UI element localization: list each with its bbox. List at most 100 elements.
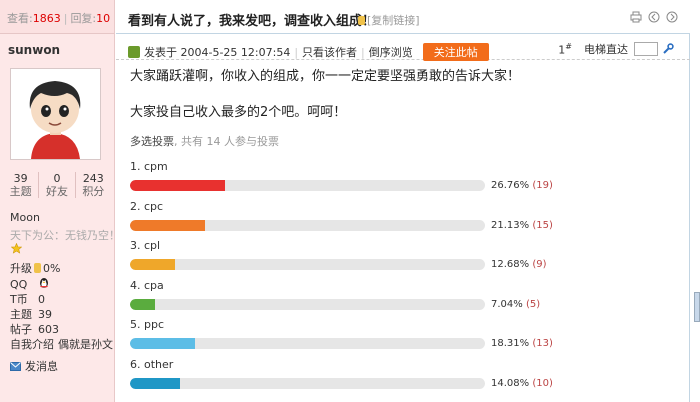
poll-bar-track	[130, 180, 485, 191]
info-row-qq: QQ	[10, 277, 114, 292]
poll-vote-count: (9)	[532, 259, 547, 270]
poll-vote-count: (5)	[525, 299, 541, 310]
poll-option-value: 18.31% (13)	[491, 338, 553, 349]
info-key: 主题	[10, 308, 32, 321]
info-value: 偶就是孙文	[58, 338, 113, 351]
info-value: 0	[38, 293, 45, 306]
qq-penguin-icon[interactable]	[38, 277, 50, 289]
thread-title: 看到有人说了，我来发吧，调查收入组成！	[128, 14, 376, 29]
poll-percent: 18.31%	[491, 338, 533, 349]
poll-option-label: 3. cpl	[130, 239, 161, 252]
stat-value: 243	[82, 172, 104, 185]
copy-link-label: [复制链接]	[367, 14, 420, 27]
poll-bar-cpc	[130, 220, 205, 231]
lock-icon	[358, 15, 365, 25]
envelope-icon	[10, 361, 21, 371]
info-key: QQ	[10, 278, 28, 291]
user-signature: 天下为公：无钱乃空！	[10, 229, 120, 242]
author-stats: 39 主题 0 好友 243 积分	[3, 172, 111, 198]
poll-bar-cpa	[130, 299, 155, 310]
meta-separator: |	[294, 45, 299, 59]
copy-link-button[interactable]: [复制链接]	[358, 12, 420, 28]
stat-label: 好友	[45, 185, 68, 198]
meta-separator: |	[361, 45, 365, 59]
send-message-link[interactable]: 发消息	[10, 358, 58, 374]
poll-bar-track	[130, 220, 485, 231]
info-value: 603	[38, 323, 59, 336]
poll-participants: , 共有 14 人参与投票	[174, 135, 279, 148]
poll-percent: 12.68%	[491, 259, 533, 270]
post-meta-left: 发表于 2004-5-25 12:07:54 | 只看该作者 | 倒序浏览 关注…	[128, 43, 489, 61]
poll-option-value: 12.68% (9)	[491, 259, 546, 270]
stat-points[interactable]: 243 积分	[76, 172, 111, 198]
print-icon[interactable]	[630, 11, 642, 23]
poll-bar-track	[130, 259, 485, 270]
view-reply-counter: 查看:1863 | 回复:10	[0, 0, 114, 34]
avatar[interactable]	[10, 68, 101, 160]
post-line-2: 大家投自己收入最多的2个吧。呵呵！	[130, 105, 347, 120]
wrench-icon[interactable]	[662, 43, 674, 55]
replies-label: 回复:	[70, 12, 97, 25]
poll-vote-count: (15)	[532, 220, 553, 231]
stat-label: 主题	[9, 185, 32, 198]
poll-percent: 21.13%	[491, 220, 533, 231]
scroll-side-tab[interactable]	[694, 292, 700, 322]
poll-option-label: 5. ppc	[130, 318, 165, 331]
post-meta-right: 1# 电梯直达	[558, 41, 674, 57]
counter-separator: |	[63, 12, 68, 25]
prev-thread-icon[interactable]	[648, 11, 660, 23]
views-count: 1863	[32, 12, 61, 25]
send-message-label: 发消息	[25, 360, 58, 373]
stat-value: 0	[53, 172, 61, 185]
author-name[interactable]: sunwon	[8, 43, 60, 57]
info-row-tbi: T币 0	[10, 292, 114, 307]
poll-vote-count: (19)	[532, 180, 553, 191]
star-icon	[11, 243, 22, 254]
thread-header: 看到有人说了，我来发吧，调查收入组成！ [复制链接]	[116, 0, 690, 34]
poll-info: 多选投票, 共有 14 人参与投票	[130, 133, 279, 149]
poll-percent: 7.04%	[491, 299, 526, 310]
poll-percent: 14.08%	[491, 378, 533, 389]
poll-bar-ppc	[130, 338, 195, 349]
only-author-link[interactable]: 只看该作者	[302, 44, 357, 60]
header-actions	[630, 11, 678, 23]
level-progress: 升级 0%	[10, 260, 60, 276]
poll-option-value: 21.13% (15)	[491, 220, 553, 231]
info-row-posts: 帖子 603	[10, 322, 114, 337]
poll-vote-count: (10)	[532, 378, 553, 389]
follow-thread-button[interactable]: 关注此帖	[422, 43, 489, 61]
poll-option-label: 1. cpm	[130, 160, 168, 173]
poll-type: 多选投票	[130, 135, 174, 148]
floor-number: 1#	[558, 42, 572, 57]
poll-bar-track	[130, 299, 485, 310]
jump-floor-input[interactable]	[634, 42, 658, 56]
stat-value: 39	[13, 172, 28, 185]
post-time: 发表于 2004-5-25 12:07:54	[144, 46, 291, 59]
poll-bar-other	[130, 378, 180, 389]
poll-option-cpl: 3. cpl 12.68% (9)	[130, 239, 560, 279]
poll-option-other: 6. other 14.08% (10)	[130, 358, 560, 398]
poll-option-label: 2. cpc	[130, 200, 164, 213]
poll-option-ppc: 5. ppc 18.31% (13)	[130, 318, 560, 358]
floor-suffix: #	[565, 41, 572, 51]
views-label: 查看:	[7, 12, 33, 25]
reverse-order-link[interactable]: 倒序浏览	[369, 44, 413, 60]
post-meta: 发表于 2004-5-25 12:07:54 | 只看该作者 | 倒序浏览 关注…	[116, 40, 690, 61]
poll-option-value: 14.08% (10)	[491, 378, 553, 389]
info-value: 39	[38, 308, 52, 321]
level-label: 升级	[10, 262, 32, 275]
author-sidebar: 查看:1863|回复:10 sunwon 39 主题 0 好友 243 积分	[0, 0, 120, 402]
stat-label: 积分	[82, 185, 105, 198]
poll-option-cpa: 4. cpa 7.04% (5)	[130, 279, 560, 319]
stat-topics[interactable]: 39 主题	[3, 172, 40, 198]
user-group[interactable]: Moon	[10, 211, 40, 224]
info-row-topics: 主题 39	[10, 307, 114, 322]
poll-option-cpc: 2. cpc 21.13% (15)	[130, 200, 560, 240]
post-content: 大家踊跃灌啊，你收入的组成，你一一定定要坚强勇敢的告诉大家！ 大家投自己收入最多…	[130, 67, 680, 123]
poll-bar-cpm	[130, 180, 225, 191]
poll-option-label: 4. cpa	[130, 279, 164, 292]
next-thread-icon[interactable]	[666, 11, 678, 23]
poll-bar-track	[130, 338, 485, 349]
stat-friends[interactable]: 0 好友	[39, 172, 76, 198]
poll-option-cpm: 1. cpm 26.76% (19)	[130, 160, 560, 200]
